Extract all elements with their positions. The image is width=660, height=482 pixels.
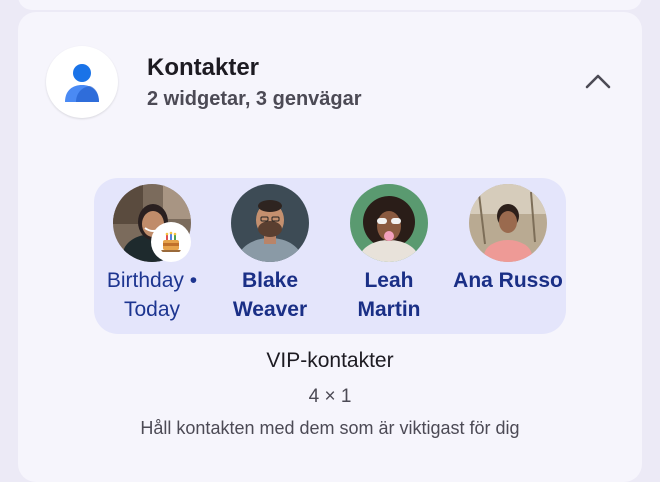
avatar-photo [469,184,547,262]
avatar-photo [231,184,309,262]
widget-size: 4 × 1 [308,386,352,407]
chevron-up-icon [585,74,611,89]
birthday-cake-icon [151,222,191,262]
contact-ana-russo[interactable]: Ana Russo [448,184,568,295]
avatar-photo [350,184,428,262]
widget-description: Håll kontakten med dem som är viktigast … [140,418,520,438]
previous-card [18,0,642,10]
person-icon [65,64,99,102]
avatar [113,184,191,262]
contact-leah-martin[interactable]: Leah Martin [329,184,449,324]
avatar [231,184,309,262]
app-subtitle: 2 widgetar, 3 genvägar [147,88,362,110]
collapse-button[interactable] [578,62,618,102]
contacts-app-icon [46,46,118,118]
contact-name: Leah Martin [357,269,421,321]
contact-name: Ana Russo [453,269,563,292]
widget-name: VIP-kontakter [266,349,394,372]
contact-name: Birthday • Today [106,269,198,321]
avatar [350,184,428,262]
contact-name: Blake Weaver [232,269,308,321]
app-title: Kontakter [147,54,260,81]
avatar [469,184,547,262]
contact-blake-weaver[interactable]: Blake Weaver [210,184,330,324]
contact-birthday-today[interactable]: Birthday • Today [92,184,212,324]
